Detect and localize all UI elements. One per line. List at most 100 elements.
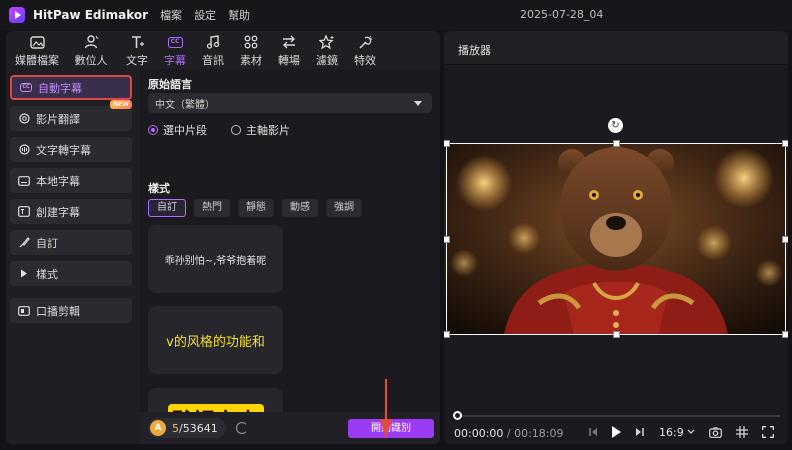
cc-icon: CC <box>167 34 183 50</box>
tab-audio[interactable]: 音訊 <box>194 31 232 69</box>
menu-file[interactable]: 檔案 <box>160 7 182 23</box>
playback-timeline[interactable] <box>453 411 780 420</box>
avatar-icon <box>83 34 99 50</box>
playhead-handle[interactable] <box>453 411 462 420</box>
effect-icon <box>357 34 373 50</box>
style-card[interactable]: v的风格的功能和 <box>148 306 283 374</box>
sidebar-item-auto-subtitles[interactable]: CC 自動字幕 <box>10 75 132 100</box>
tab-transitions-label: 轉場 <box>278 54 300 67</box>
sidebar-item-label: 自動字幕 <box>38 81 82 95</box>
create-subtitle-icon <box>18 206 30 218</box>
media-icon <box>29 34 45 50</box>
translate-icon <box>18 113 30 125</box>
style-tab-popular[interactable]: 熱門 <box>194 199 230 217</box>
cc-icon: CC <box>20 82 32 94</box>
menu-settings[interactable]: 設定 <box>194 7 216 23</box>
tab-effects-label: 特效 <box>354 54 376 67</box>
new-badge: NEW <box>110 100 132 109</box>
sidebar-item-text-to-subtitle[interactable]: 文字轉字幕 <box>10 137 132 162</box>
next-frame-icon[interactable] <box>635 424 645 440</box>
style-card-text: v的风格的功能和 <box>166 334 265 350</box>
tab-filters[interactable]: 濾鏡 <box>308 31 346 69</box>
sidebar-item-label: 影片翻譯 <box>36 112 80 126</box>
sidebar-item-local-subtitle[interactable]: 本地字幕 <box>10 168 132 193</box>
sidebar-item-custom[interactable]: 自訂 <box>10 230 132 255</box>
play-button[interactable] <box>612 424 621 440</box>
project-title: 2025-07-28_04 <box>520 8 604 21</box>
music-icon <box>205 34 221 50</box>
tab-text[interactable]: 文字 <box>118 31 156 69</box>
credit-counter: A 5 /53641 <box>148 418 226 438</box>
title-bar: HitPaw Edimakor 檔案 設定 幫助 2025-07-28_04 <box>0 0 792 30</box>
tab-effects[interactable]: 特效 <box>346 31 384 69</box>
menu-help[interactable]: 幫助 <box>228 7 250 23</box>
fullscreen-icon[interactable] <box>761 424 774 440</box>
sticker-icon <box>243 34 259 50</box>
menu-bar: 檔案 設定 幫助 <box>160 7 250 23</box>
total-time: / 00:18:09 <box>506 427 564 440</box>
source-language-select[interactable]: 中文（繁體） <box>148 93 432 113</box>
coin-icon: A <box>150 420 166 436</box>
tab-transitions[interactable]: 轉場 <box>270 31 308 69</box>
snapshot-icon[interactable] <box>708 424 722 440</box>
subtitle-file-icon <box>18 175 30 187</box>
sidebar-item-create-subtitle[interactable]: 創建字幕 <box>10 199 132 224</box>
sidebar-item-video-translate[interactable]: 影片翻譯 NEW <box>10 100 132 131</box>
player-panel: 播放器 ↻ 00:00:00 / 00:18:09 16:9 <box>444 31 788 444</box>
tab-text-label: 文字 <box>126 54 148 67</box>
radio-main-video[interactable] <box>231 125 241 135</box>
play-icon <box>612 426 621 438</box>
app-logo-icon <box>9 7 25 23</box>
text-icon <box>129 34 145 50</box>
rotate-icon[interactable]: ↻ <box>608 118 623 133</box>
sidebar-item-style[interactable]: 樣式 <box>10 261 132 286</box>
tab-assets[interactable]: 素材 <box>232 31 270 69</box>
style-card[interactable]: 乖孙别怕~,爷爷抱着呢 <box>148 225 283 293</box>
sidebar-item-label: 本地字幕 <box>36 174 80 188</box>
tab-subtitles[interactable]: CC 字幕 <box>156 31 194 69</box>
aspect-ratio-select[interactable]: 16:9 <box>659 424 695 440</box>
credits-total: /53641 <box>179 421 218 435</box>
scope-radio-group: 選中片段 主軸影片 <box>148 122 290 138</box>
subtitle-bottom-bar: A 5 /53641 開始識別 <box>140 412 440 444</box>
style-tab-static[interactable]: 靜態 <box>238 199 274 217</box>
player-header: 播放器 <box>444 31 788 65</box>
credits-used: 5 <box>172 421 179 435</box>
left-panel: 媒體檔案 數位人 文字 CC 字幕 音訊 素材 轉場 濾鏡 特效 CC 自動字幕… <box>6 31 440 444</box>
sidebar-item-label: 文字轉字幕 <box>36 143 91 157</box>
main-toolbar: 媒體檔案 數位人 文字 CC 字幕 音訊 素材 轉場 濾鏡 特效 <box>6 31 440 69</box>
source-language-label: 原始語言 <box>148 78 192 91</box>
tab-subtitles-label: 字幕 <box>164 54 186 67</box>
grid-icon[interactable] <box>735 424 748 440</box>
sidebar-item-label: 創建字幕 <box>36 205 80 219</box>
tab-media-label: 媒體檔案 <box>15 54 59 67</box>
style-section-label: 樣式 <box>148 182 170 195</box>
app-name: HitPaw Edimakor <box>33 8 149 22</box>
current-time: 00:00:00 <box>454 427 504 440</box>
radio-main-video-label: 主軸影片 <box>246 124 290 137</box>
style-tab-dynamic[interactable]: 動感 <box>282 199 318 217</box>
timecode: 00:00:00 / 00:18:09 <box>454 427 564 440</box>
style-tab-custom[interactable]: 自訂 <box>148 199 186 217</box>
tab-audio-label: 音訊 <box>202 54 224 67</box>
annotation-arrow-icon <box>380 379 392 439</box>
filter-icon <box>319 34 335 50</box>
style-tab-emphasis[interactable]: 強調 <box>326 199 362 217</box>
tab-digital-human[interactable]: 數位人 <box>64 31 118 69</box>
source-language-value: 中文（繁體） <box>155 99 215 111</box>
player-title: 播放器 <box>458 44 491 57</box>
brush-icon <box>18 237 30 249</box>
chevron-down-icon <box>414 101 422 106</box>
refresh-icon[interactable] <box>235 422 248 434</box>
radio-selected-clip[interactable] <box>148 125 158 135</box>
transition-icon <box>281 34 297 50</box>
tab-media[interactable]: 媒體檔案 <box>10 31 64 69</box>
subtitle-sidenav: CC 自動字幕 影片翻譯 NEW 文字轉字幕 本地字幕 創建字幕 自訂 樣式 口… <box>10 75 132 329</box>
video-preview[interactable] <box>444 143 788 335</box>
waveform-icon <box>18 144 30 156</box>
sidebar-item-voice-edit[interactable]: 口播剪輯 <box>10 298 132 323</box>
style-card-text: 乖孙别怕~,爷爷抱着呢 <box>164 255 267 267</box>
style-tabs: 自訂 熱門 靜態 動感 強調 <box>148 199 362 217</box>
prev-frame-icon[interactable] <box>588 424 598 440</box>
tab-assets-label: 素材 <box>240 54 262 67</box>
